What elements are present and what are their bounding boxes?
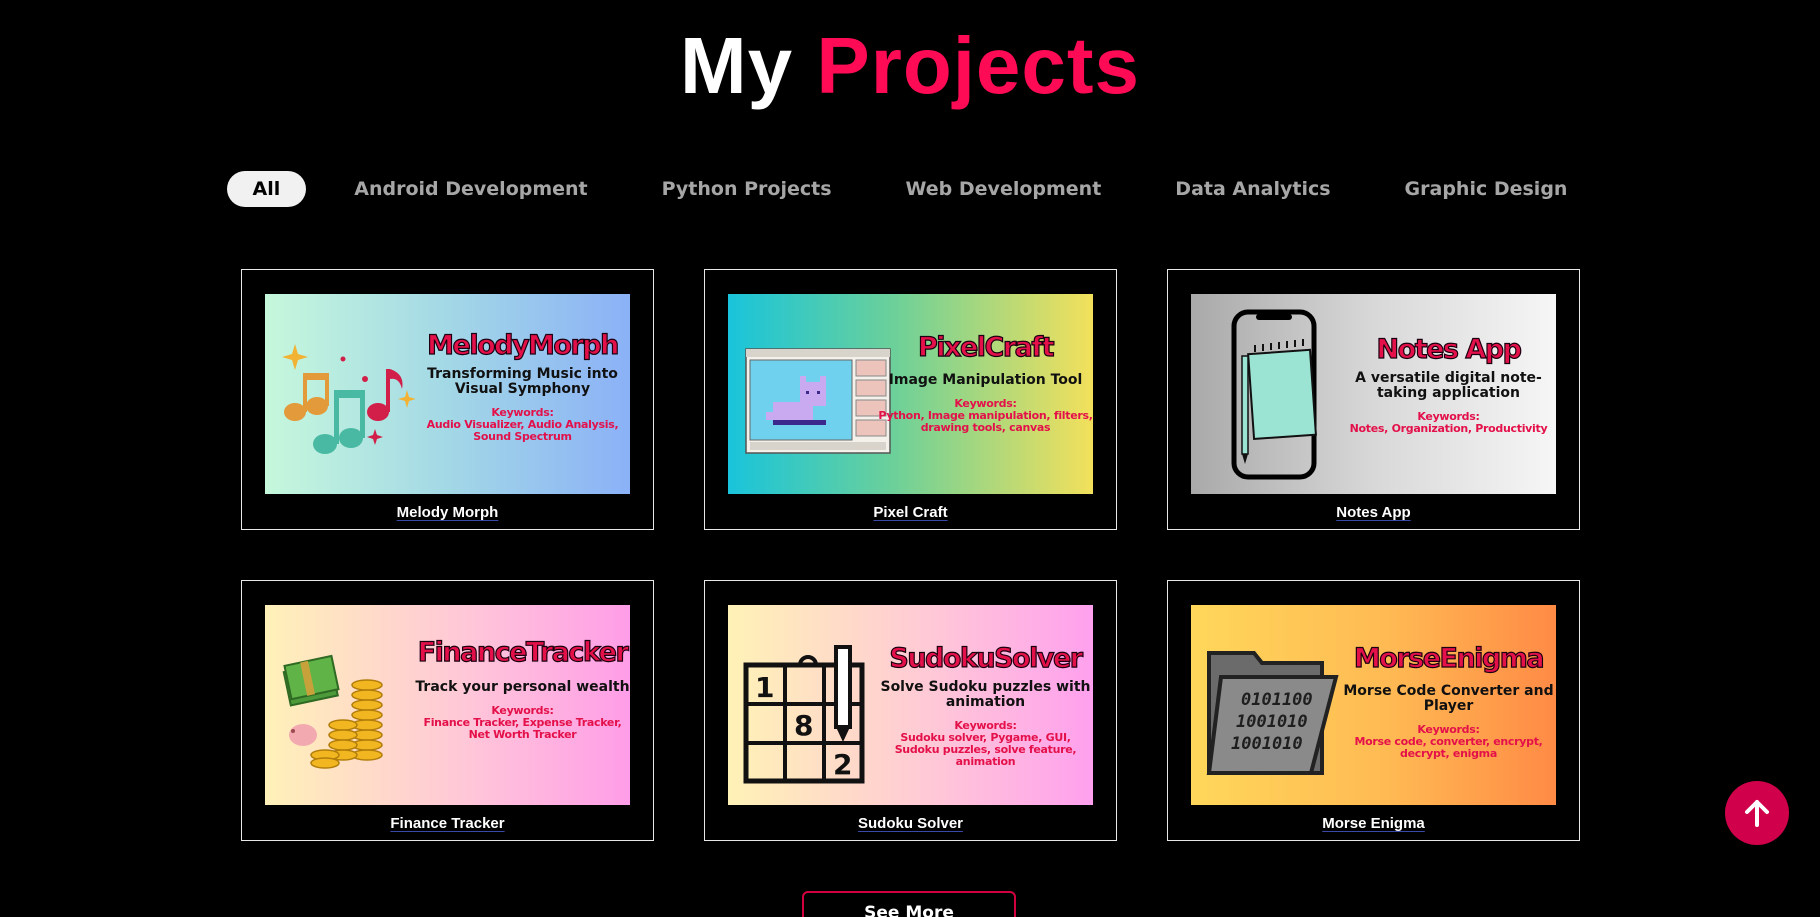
project-title[interactable]: Notes App xyxy=(1168,504,1579,521)
thumbnail-subtitle: Morse Code Converter and Player xyxy=(1343,683,1554,714)
filter-tabs: All Android Development Python Projects … xyxy=(0,171,1820,207)
see-more-button[interactable]: See More xyxy=(802,891,1016,917)
money-coins-icon xyxy=(282,654,383,769)
project-thumbnail[interactable]: 0101100 1001010 1001010 MorseEnigma Mors… xyxy=(1191,605,1556,805)
project-thumbnail[interactable]: MelodyMorph Transforming Music into Visu… xyxy=(265,294,630,494)
folder-binary-line: 0101100 xyxy=(1241,690,1313,710)
project-card-morse-enigma[interactable]: 0101100 1001010 1001010 MorseEnigma Mors… xyxy=(1167,580,1580,841)
phone-notepad-icon xyxy=(1231,309,1317,480)
project-thumbnail[interactable]: PixelCraft Image Manipulation Tool Keywo… xyxy=(728,294,1093,494)
thumbnail-subtitle: Solve Sudoku puzzles with animation xyxy=(880,679,1091,710)
pixel-cat-window-icon xyxy=(745,348,891,454)
section-heading: My Projects xyxy=(0,18,1820,114)
thumbnail-text: FinanceTracker Track your personal wealt… xyxy=(415,636,630,741)
project-title[interactable]: Melody Morph xyxy=(242,504,653,521)
sudoku-digit: 8 xyxy=(794,709,813,742)
project-card-melody-morph[interactable]: MelodyMorph Transforming Music into Visu… xyxy=(241,269,654,530)
thumbnail-subtitle: A versatile digital note-taking applicat… xyxy=(1355,370,1542,401)
thumbnail-title: MorseEnigma xyxy=(1353,642,1545,674)
project-title[interactable]: Sudoku Solver xyxy=(705,815,1116,832)
project-card-pixel-craft[interactable]: PixelCraft Image Manipulation Tool Keywo… xyxy=(704,269,1117,530)
filter-tab-python-projects[interactable]: Python Projects xyxy=(636,171,858,207)
thumbnail-title: SudokuSolver xyxy=(889,642,1084,674)
thumbnail-keywords: Audio Visualizer, Audio Analysis, Sound … xyxy=(426,418,619,443)
project-card-sudoku-solver[interactable]: 1 8 2 SudokuSolver Solve Sudoku puzzles … xyxy=(704,580,1117,841)
thumbnail-text: Notes App A versatile digital note-takin… xyxy=(1341,333,1556,435)
thumbnail-title: Notes App xyxy=(1376,333,1523,365)
project-thumbnail[interactable]: 1 8 2 SudokuSolver Solve Sudoku puzzles … xyxy=(728,605,1093,805)
thumbnail-text: MorseEnigma Morse Code Converter and Pla… xyxy=(1341,642,1556,760)
filter-tab-android-development[interactable]: Android Development xyxy=(328,171,613,207)
scroll-to-top-button[interactable] xyxy=(1725,781,1789,845)
thumbnail-subtitle: Transforming Music into Visual Symphony xyxy=(427,366,618,397)
filter-tab-all[interactable]: All xyxy=(226,171,307,207)
thumbnail-keywords: Notes, Organization, Productivity xyxy=(1349,422,1548,435)
music-notes-icon xyxy=(282,344,415,454)
heading-plain: My xyxy=(679,21,794,110)
filter-tab-web-development[interactable]: Web Development xyxy=(880,171,1128,207)
thumbnail-keywords: Python, Image manipulation, filters, dra… xyxy=(878,409,1093,434)
sudoku-grid-icon: 1 8 2 xyxy=(743,645,865,784)
project-card-finance-tracker[interactable]: FinanceTracker Track your personal wealt… xyxy=(241,580,654,841)
filter-tab-graphic-design[interactable]: Graphic Design xyxy=(1379,171,1594,207)
thumbnail-title: MelodyMorph xyxy=(427,329,620,361)
thumbnail-title: FinanceTracker xyxy=(417,636,629,668)
folder-binary-line: 1001010 xyxy=(1236,712,1308,732)
projects-grid: MelodyMorph Transforming Music into Visu… xyxy=(241,269,1580,841)
binary-folder-icon: 0101100 1001010 1001010 xyxy=(1206,651,1339,775)
sudoku-digit: 2 xyxy=(833,748,852,781)
project-title[interactable]: Morse Enigma xyxy=(1168,815,1579,832)
filter-tab-data-analytics[interactable]: Data Analytics xyxy=(1149,171,1356,207)
thumbnail-text: MelodyMorph Transforming Music into Visu… xyxy=(415,329,630,443)
project-card-notes-app[interactable]: Notes App A versatile digital note-takin… xyxy=(1167,269,1580,530)
thumbnail-text: SudokuSolver Solve Sudoku puzzles with a… xyxy=(878,642,1093,768)
folder-binary-line: 1001010 xyxy=(1231,734,1303,754)
thumbnail-keywords: Sudoku solver, Pygame, GUI, Sudoku puzzl… xyxy=(894,731,1077,768)
project-thumbnail[interactable]: FinanceTracker Track your personal wealt… xyxy=(265,605,630,805)
heading-accent: Projects xyxy=(816,21,1141,110)
thumbnail-subtitle: Track your personal wealth xyxy=(415,679,630,695)
thumbnail-text: PixelCraft Image Manipulation Tool Keywo… xyxy=(878,331,1093,434)
project-title[interactable]: Finance Tracker xyxy=(242,815,653,832)
project-thumbnail[interactable]: Notes App A versatile digital note-takin… xyxy=(1191,294,1556,494)
sudoku-digit: 1 xyxy=(755,671,774,704)
portfolio-projects-page: My Projects All Android Development Pyth… xyxy=(0,0,1820,917)
thumbnail-title: PixelCraft xyxy=(917,331,1055,363)
thumbnail-keywords: Morse code, converter, encrypt, decrypt,… xyxy=(1354,735,1543,760)
arrow-up-icon xyxy=(1745,800,1769,827)
thumbnail-subtitle: Image Manipulation Tool xyxy=(888,372,1083,388)
thumbnail-keywords: Finance Tracker, Expense Tracker, Net Wo… xyxy=(423,716,622,741)
project-title[interactable]: Pixel Craft xyxy=(705,504,1116,521)
